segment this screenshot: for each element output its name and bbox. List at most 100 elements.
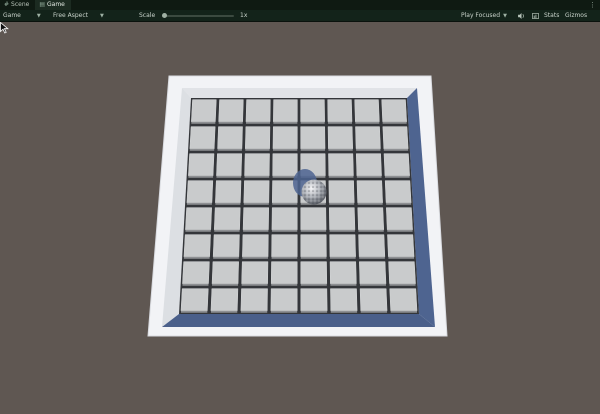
board-tile <box>272 126 298 150</box>
board-tile-edge <box>300 283 327 286</box>
editor-tab-bar: # Scene ▤ Game ⋮ <box>0 0 600 10</box>
board-tile-edge <box>387 229 413 232</box>
menu-dots-icon[interactable]: ⋮ <box>585 0 600 10</box>
board-tile-edge <box>356 175 382 178</box>
board-tile <box>191 99 217 123</box>
board-tile-edge <box>360 310 388 313</box>
board-tile <box>240 288 268 312</box>
display-dropdown-label: Game <box>3 12 21 19</box>
board-tile <box>300 234 327 258</box>
board-tile <box>272 153 298 177</box>
board-tile-edge <box>217 148 242 151</box>
board-tile-edge <box>329 229 355 232</box>
board-tile <box>300 288 328 312</box>
board-tile-edge <box>272 175 298 178</box>
play-mode-label: Play Focused <box>461 12 501 19</box>
scale-slider-handle[interactable] <box>162 13 167 18</box>
tab-scene[interactable]: # Scene <box>0 0 35 10</box>
board-tile-edge <box>355 121 380 124</box>
play-mode-dropdown[interactable]: Play Focused ▼ <box>461 10 507 22</box>
board-tile <box>382 126 409 150</box>
stats-toggle[interactable]: Stats <box>544 10 559 21</box>
board-tile <box>270 288 298 312</box>
stats-icon <box>532 10 539 21</box>
board-tile <box>271 207 298 231</box>
board-tile-edge <box>271 229 298 232</box>
board-tile-edge <box>180 310 208 313</box>
tab-game[interactable]: ▤ Game <box>35 0 71 10</box>
board-tile-edge <box>330 283 357 286</box>
board-tile-edge <box>271 256 298 259</box>
board-tile <box>389 288 418 312</box>
board-tile-edge <box>186 202 212 205</box>
game-view-toolbar: Game ▼ Free Aspect ▼ Scale 1x Play Focused… <box>0 10 600 22</box>
board-tile-edge <box>388 256 415 259</box>
board-tile <box>386 207 413 231</box>
board-tile-edge <box>243 202 269 205</box>
display-dropdown[interactable]: Game ▼ <box>3 10 41 22</box>
board-tile-edge <box>330 310 358 313</box>
board-tile <box>186 180 214 204</box>
board-tile <box>328 180 355 204</box>
board-tile <box>185 207 212 231</box>
board-tile-edge <box>215 202 241 205</box>
board-tile-edge <box>384 175 410 178</box>
board-tile <box>244 153 270 177</box>
board-tile-edge <box>272 148 298 151</box>
scale-slider[interactable] <box>162 15 234 17</box>
gizmos-toggle[interactable]: Gizmos <box>565 10 587 21</box>
board-tile <box>300 207 327 231</box>
board-tile-edge <box>240 310 268 313</box>
board-tile-edge <box>188 175 214 178</box>
board-tile-edge <box>300 121 325 124</box>
board-tile-edge <box>272 202 298 205</box>
board-tile <box>188 153 215 177</box>
chevron-down-icon: ▼ <box>503 13 507 19</box>
wall-bottom-shadow <box>162 314 435 327</box>
board-tile-edge <box>300 229 327 232</box>
chevron-down-icon: ▼ <box>100 13 104 19</box>
board-tile <box>355 126 381 150</box>
board-tile <box>270 261 298 285</box>
board-tile <box>358 234 386 258</box>
board-tile <box>327 99 353 123</box>
board-tile <box>330 288 358 312</box>
speaker-icon[interactable] <box>518 10 525 21</box>
board-tile <box>242 207 270 231</box>
board-tile <box>354 99 380 123</box>
game-icon: ▤ <box>39 1 45 8</box>
board-tile-edge <box>243 229 269 232</box>
board-tile-edge <box>329 256 356 259</box>
board-tile-edge <box>382 121 407 124</box>
board-tile-edge <box>216 175 242 178</box>
mouse-cursor-icon <box>0 22 9 34</box>
tab-game-label: Game <box>47 1 65 8</box>
board-tile <box>183 234 211 258</box>
board-tile-edge <box>210 310 238 313</box>
game-scene <box>147 75 448 337</box>
board-tile-edge <box>270 310 298 313</box>
board-tile <box>356 180 383 204</box>
board-tile-edge <box>329 202 355 205</box>
board-tile-edge <box>212 283 239 286</box>
aspect-dropdown[interactable]: Free Aspect ▼ <box>53 10 104 22</box>
board-tile-edge <box>218 121 243 124</box>
board-tile-edge <box>300 310 328 313</box>
board-tile-edge <box>213 256 239 259</box>
board-tile-edge <box>383 148 409 151</box>
tab-scene-label: Scene <box>11 1 30 8</box>
board-tile-edge <box>357 202 383 205</box>
board-tile <box>384 180 412 204</box>
board-tile-edge <box>327 121 353 124</box>
board-tile-edge <box>185 229 211 232</box>
board-tile <box>210 288 239 312</box>
board-tile <box>300 261 328 285</box>
board-tile <box>216 153 243 177</box>
board-tile-edge <box>386 202 412 205</box>
board-tile <box>217 126 243 150</box>
game-viewport[interactable] <box>0 22 600 414</box>
board-tile-edge <box>245 148 270 151</box>
board-tile <box>359 288 388 312</box>
board-tile <box>212 234 240 258</box>
board-tile-edge <box>182 283 209 286</box>
